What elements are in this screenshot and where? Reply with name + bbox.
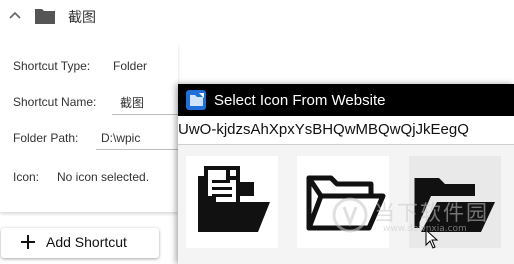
website-url-field[interactable]: UwO-kjdzsAhXpxYsBHQwMBQwQjJkEegQ bbox=[178, 116, 514, 144]
watermark-subtext: www.downxia.com bbox=[383, 224, 467, 234]
shortcut-type-label: Shortcut Type: bbox=[13, 59, 91, 73]
shortcut-settings: Shortcut Type: Folder Shortcut Name: 截图 … bbox=[0, 44, 178, 212]
select-icon-dialog: Select Icon From Website UwO-kjdzsAhXpxY… bbox=[178, 84, 514, 264]
folder-header[interactable]: 截图 bbox=[0, 0, 514, 34]
shortcut-name-label: Shortcut Name: bbox=[13, 95, 97, 109]
chevron-up-icon[interactable] bbox=[8, 9, 22, 23]
shortcut-name-underline bbox=[112, 114, 178, 115]
app-icon bbox=[186, 90, 206, 110]
watermark: 当下软件园 www.downxia.com bbox=[330, 195, 500, 235]
add-shortcut-label: Add Shortcut bbox=[46, 234, 127, 250]
folder-with-documents-icon bbox=[198, 166, 270, 232]
shortcut-type-select[interactable]: Folder bbox=[113, 59, 147, 73]
folder-icon bbox=[35, 9, 55, 24]
plus-icon bbox=[21, 235, 35, 249]
folder-path-underline bbox=[96, 149, 178, 150]
folder-title: 截图 bbox=[68, 9, 96, 25]
shortcut-name-input[interactable]: 截图 bbox=[120, 94, 144, 111]
dialog-titlebar[interactable]: Select Icon From Website bbox=[178, 84, 514, 116]
dialog-title: Select Icon From Website bbox=[214, 92, 386, 109]
folder-path-label: Folder Path: bbox=[13, 131, 79, 145]
icon-status: No icon selected. bbox=[57, 170, 150, 184]
folder-path-input[interactable]: D:\wpic bbox=[101, 131, 140, 145]
watermark-logo-icon bbox=[332, 197, 368, 233]
icon-option-1[interactable] bbox=[186, 156, 278, 248]
add-shortcut-button[interactable]: Add Shortcut bbox=[1, 228, 159, 258]
icon-label: Icon: bbox=[13, 170, 40, 184]
watermark-text: 当下软件园 bbox=[374, 201, 489, 225]
